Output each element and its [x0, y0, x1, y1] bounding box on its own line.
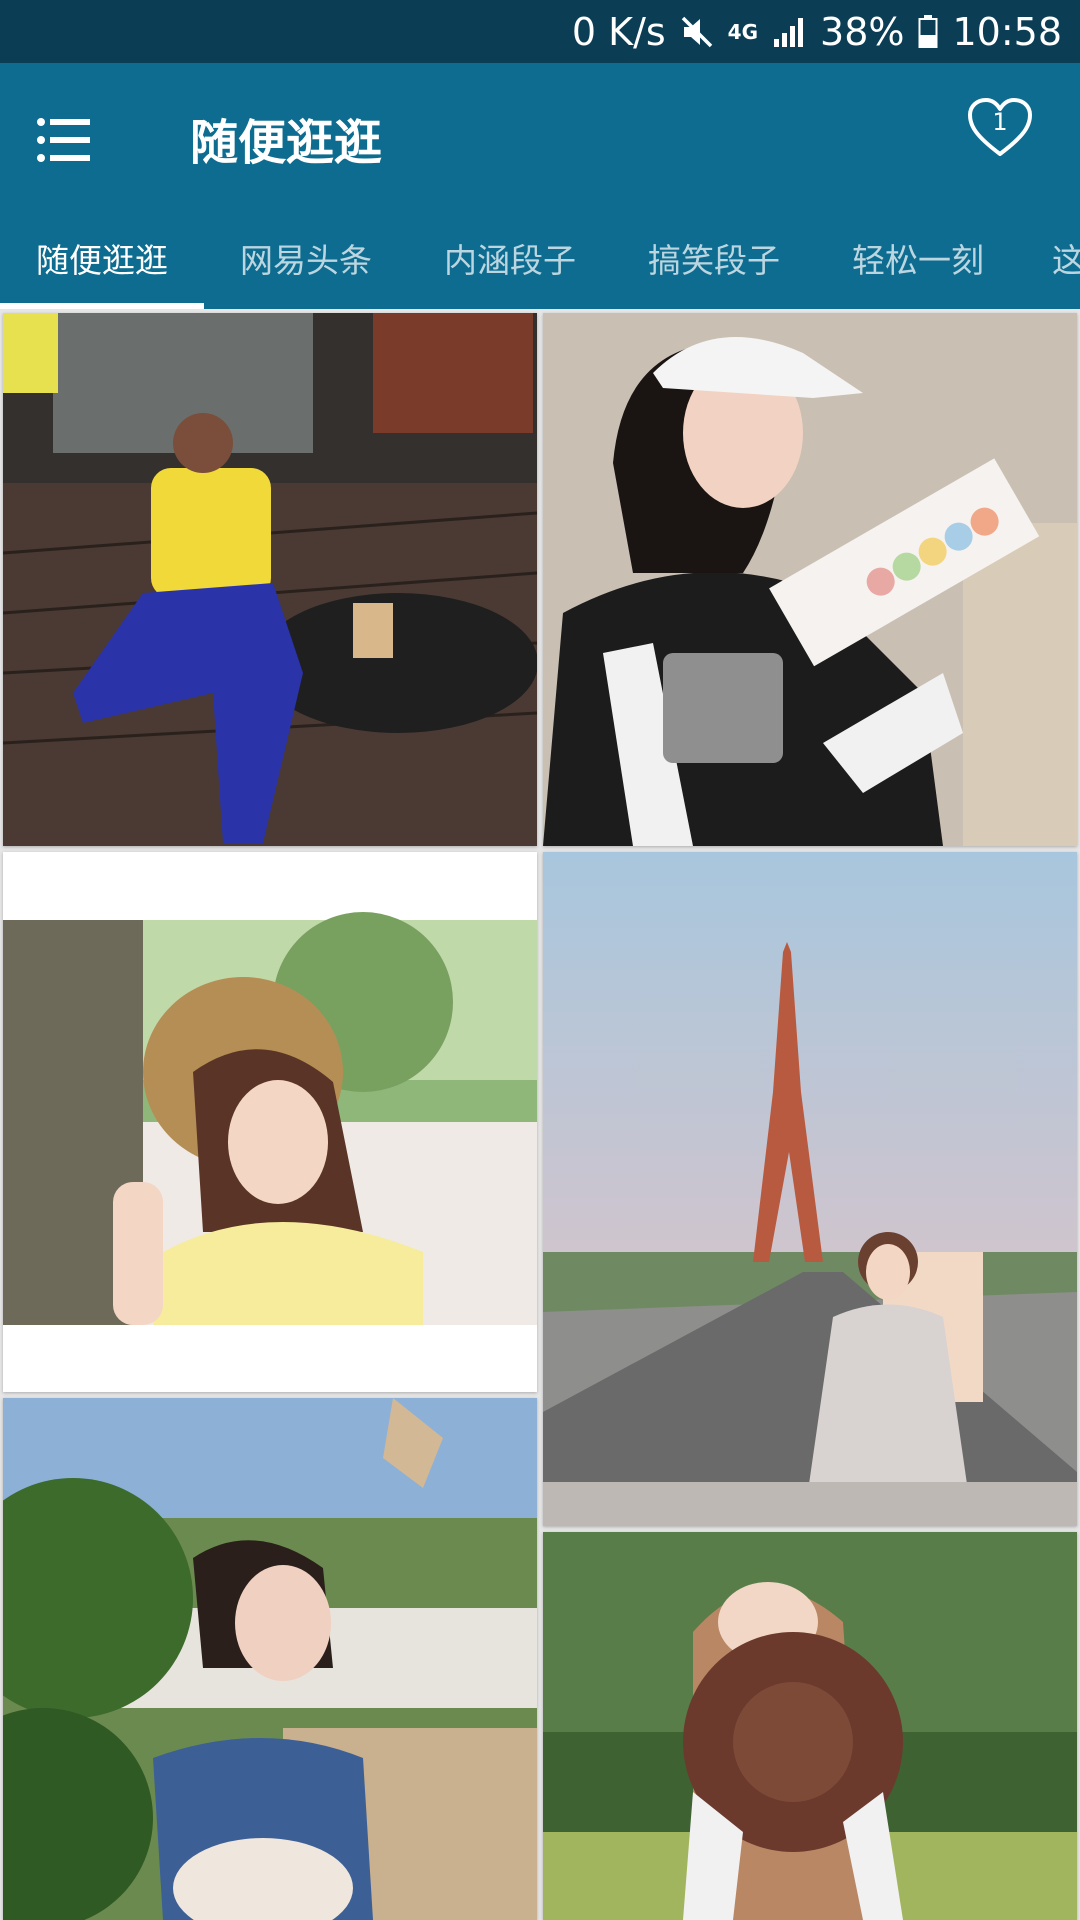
tab-overflow[interactable]: 这 [1052, 218, 1080, 309]
tab-gaoxiao-duanzi[interactable]: 搞笑段子 [612, 218, 816, 309]
tab-qingsong-yike[interactable]: 轻松一刻 [816, 218, 1020, 309]
photo-card[interactable] [3, 313, 537, 846]
photo-card[interactable] [543, 1532, 1077, 1920]
woman-brown-hat-field-photo [543, 1532, 1077, 1920]
photo-card[interactable] [3, 852, 537, 1392]
mute-icon [680, 15, 714, 49]
woman-yellow-shirt-cafe-photo [3, 313, 537, 846]
battery-level: 38% [820, 9, 905, 54]
woman-eiffel-tower-photo [543, 852, 1077, 1526]
page-title: 随便逛逛 [190, 115, 383, 171]
woman-straw-hat-trees-photo [3, 852, 537, 1392]
clock: 10:58 [952, 9, 1062, 54]
tab-bar: 随便逛逛 网易头条 内涵段子 搞笑段子 轻松一刻 这 [0, 218, 1080, 309]
tab-indicator [0, 303, 204, 309]
signal-icon [772, 15, 806, 49]
app-bar: 随便逛逛 1 随便逛逛 网易头条 内涵段子 搞笑段子 轻松一刻 这 [0, 63, 1080, 309]
tab-wangyi-toutiao[interactable]: 网易头条 [204, 218, 408, 309]
net-speed: 0 K/s [571, 9, 666, 54]
menu-button[interactable] [36, 116, 92, 164]
tab-neihan-duanzi[interactable]: 内涵段子 [408, 218, 612, 309]
tab-suibian-guangguang[interactable]: 随便逛逛 [0, 218, 204, 309]
network-type: 4G [727, 19, 759, 44]
favorites-button[interactable]: 1 [966, 96, 1034, 160]
battery-icon [918, 14, 938, 49]
photo-card[interactable] [543, 852, 1077, 1526]
woman-denim-dress-fan-photo [3, 1398, 537, 1920]
favorites-count: 1 [992, 108, 1008, 136]
woman-cap-macaron-box-photo [543, 313, 1077, 846]
hamburger-menu-icon [37, 118, 90, 162]
photo-card[interactable] [3, 1398, 537, 1920]
status-bar: 0 K/s 4G 38% 10:58 [0, 0, 1080, 63]
photo-card[interactable] [543, 313, 1077, 846]
